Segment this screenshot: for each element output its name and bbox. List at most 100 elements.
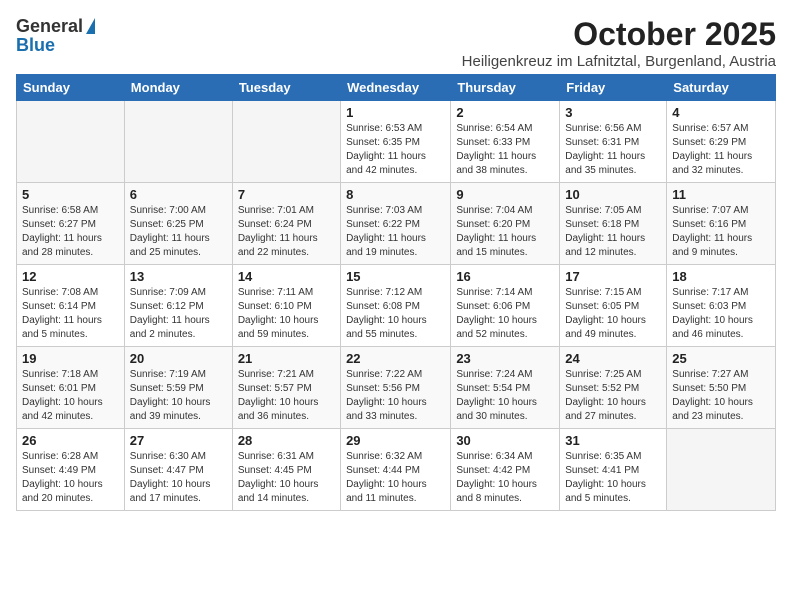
calendar-cell: 6 Sunrise: 7:00 AMSunset: 6:25 PMDaylight… [124,183,232,265]
calendar-cell: 13Sunrise: 7:09 AMSunset: 6:12 PMDayligh… [124,265,232,347]
calendar-cell: 24 Sunrise: 7:25 AMSunset: 5:52 PMDayligh… [560,347,667,429]
day-number: 6 [130,187,227,202]
day-info: Sunrise: 7:19 AMSunset: 5:59 PMDaylight:… [130,368,227,424]
calendar-cell: 12Sunrise: 7:08 AMSunset: 6:14 PMDayligh… [17,265,125,347]
day-info: Sunrise: 7:11 AMSunset: 6:10 PMDaylight:… [238,286,335,342]
column-header-sunday: Sunday [17,75,125,101]
calendar-cell: 27 Sunrise: 6:30 AMSunset: 4:47 PMDayligh… [124,429,232,511]
day-number: 9 [456,187,554,202]
day-info: Sunrise: 6:31 AMSunset: 4:45 PMDaylight:… [238,450,335,506]
calendar-cell: 25 Sunrise: 7:27 AMSunset: 5:50 PMDayligh… [667,347,776,429]
calendar-cell: 28 Sunrise: 6:31 AMSunset: 4:45 PMDayligh… [232,429,340,511]
day-info: Sunrise: 7:21 AMSunset: 5:57 PMDaylight:… [238,368,335,424]
day-info: Sunrise: 6:58 AMSunset: 6:27 PMDaylight:… [22,204,119,260]
calendar-cell: 3Sunrise: 6:56 AMSunset: 6:31 PMDaylight… [560,101,667,183]
calendar-cell: 20 Sunrise: 7:19 AMSunset: 5:59 PMDayligh… [124,347,232,429]
calendar-cell: 23 Sunrise: 7:24 AMSunset: 5:54 PMDayligh… [451,347,560,429]
day-info: Sunrise: 6:54 AMSunset: 6:33 PMDaylight:… [456,122,554,178]
day-info: Sunrise: 6:34 AMSunset: 4:42 PMDaylight:… [456,450,554,506]
calendar-week-row: 19 Sunrise: 7:18 AMSunset: 6:01 PMDayligh… [17,347,776,429]
calendar-cell: 4Sunrise: 6:57 AMSunset: 6:29 PMDaylight… [667,101,776,183]
calendar-cell: 29Sunrise: 6:32 AMSunset: 4:44 PMDayligh… [341,429,451,511]
calendar-cell [17,101,125,183]
day-number: 16 [456,269,554,284]
day-number: 7 [238,187,335,202]
day-info: Sunrise: 7:24 AMSunset: 5:54 PMDaylight:… [456,368,554,424]
day-number: 19 [22,351,119,366]
day-number: 28 [238,433,335,448]
day-number: 29 [346,433,445,448]
day-info: Sunrise: 7:25 AMSunset: 5:52 PMDaylight:… [565,368,661,424]
day-info: Sunrise: 6:53 AMSunset: 6:35 PMDaylight:… [346,122,445,178]
day-info: Sunrise: 7:27 AMSunset: 5:50 PMDaylight:… [672,368,770,424]
calendar-cell: 16 Sunrise: 7:14 AMSunset: 6:06 PMDayligh… [451,265,560,347]
day-number: 5 [22,187,119,202]
day-number: 30 [456,433,554,448]
day-info: Sunrise: 7:22 AMSunset: 5:56 PMDaylight:… [346,368,445,424]
day-number: 1 [346,105,445,120]
day-info: Sunrise: 7:00 AMSunset: 6:25 PMDaylight:… [130,204,227,260]
calendar-cell: 14 Sunrise: 7:11 AMSunset: 6:10 PMDayligh… [232,265,340,347]
day-number: 23 [456,351,554,366]
page-header: General Blue October 2025 Heiligenkreuz … [16,16,776,70]
day-info: Sunrise: 7:17 AMSunset: 6:03 PMDaylight:… [672,286,770,342]
calendar-cell: 8Sunrise: 7:03 AMSunset: 6:22 PMDaylight… [341,183,451,265]
day-info: Sunrise: 7:18 AMSunset: 6:01 PMDaylight:… [22,368,119,424]
day-info: Sunrise: 7:12 AMSunset: 6:08 PMDaylight:… [346,286,445,342]
calendar-cell: 21 Sunrise: 7:21 AMSunset: 5:57 PMDayligh… [232,347,340,429]
day-number: 8 [346,187,445,202]
calendar-cell [232,101,340,183]
day-number: 14 [238,269,335,284]
column-header-thursday: Thursday [451,75,560,101]
calendar-cell: 19 Sunrise: 7:18 AMSunset: 6:01 PMDayligh… [17,347,125,429]
calendar-cell: 1 Sunrise: 6:53 AMSunset: 6:35 PMDaylight… [341,101,451,183]
day-number: 21 [238,351,335,366]
column-header-tuesday: Tuesday [232,75,340,101]
day-number: 20 [130,351,227,366]
day-info: Sunrise: 7:04 AMSunset: 6:20 PMDaylight:… [456,204,554,260]
calendar-cell [124,101,232,183]
day-info: Sunrise: 6:35 AMSunset: 4:41 PMDaylight:… [565,450,661,506]
column-header-saturday: Saturday [667,75,776,101]
page-subtitle: Heiligenkreuz im Lafnitztal, Burgenland,… [462,53,776,70]
day-info: Sunrise: 6:30 AMSunset: 4:47 PMDaylight:… [130,450,227,506]
day-number: 13 [130,269,227,284]
day-info: Sunrise: 7:05 AMSunset: 6:18 PMDaylight:… [565,204,661,260]
column-header-wednesday: Wednesday [341,75,451,101]
calendar-cell: 26 Sunrise: 6:28 AMSunset: 4:49 PMDayligh… [17,429,125,511]
logo: General Blue [16,16,96,56]
day-info: Sunrise: 6:28 AMSunset: 4:49 PMDaylight:… [22,450,119,506]
calendar-cell: 17Sunrise: 7:15 AMSunset: 6:05 PMDayligh… [560,265,667,347]
day-info: Sunrise: 7:08 AMSunset: 6:14 PMDaylight:… [22,286,119,342]
day-number: 24 [565,351,661,366]
day-info: Sunrise: 7:14 AMSunset: 6:06 PMDaylight:… [456,286,554,342]
day-number: 4 [672,105,770,120]
title-area: October 2025 Heiligenkreuz im Lafnitztal… [462,16,776,70]
calendar-cell: 2Sunrise: 6:54 AMSunset: 6:33 PMDaylight… [451,101,560,183]
logo-blue: Blue [16,35,55,56]
column-header-friday: Friday [560,75,667,101]
calendar-header-row: SundayMondayTuesdayWednesdayThursdayFrid… [17,75,776,101]
calendar-cell [667,429,776,511]
day-number: 25 [672,351,770,366]
day-number: 31 [565,433,661,448]
calendar-cell: 22 Sunrise: 7:22 AMSunset: 5:56 PMDayligh… [341,347,451,429]
calendar-week-row: 1 Sunrise: 6:53 AMSunset: 6:35 PMDaylight… [17,101,776,183]
calendar-week-row: 5 Sunrise: 6:58 AMSunset: 6:27 PMDaylight… [17,183,776,265]
day-number: 15 [346,269,445,284]
day-number: 22 [346,351,445,366]
logo-general: General [16,16,83,37]
day-number: 11 [672,187,770,202]
day-number: 10 [565,187,661,202]
day-number: 26 [22,433,119,448]
day-number: 27 [130,433,227,448]
calendar-cell: 15 Sunrise: 7:12 AMSunset: 6:08 PMDayligh… [341,265,451,347]
calendar-week-row: 26 Sunrise: 6:28 AMSunset: 4:49 PMDayligh… [17,429,776,511]
calendar-cell: 18Sunrise: 7:17 AMSunset: 6:03 PMDayligh… [667,265,776,347]
page-title: October 2025 [462,16,776,53]
logo-icon [86,18,95,34]
calendar-week-row: 12Sunrise: 7:08 AMSunset: 6:14 PMDayligh… [17,265,776,347]
day-info: Sunrise: 7:15 AMSunset: 6:05 PMDaylight:… [565,286,661,342]
day-number: 3 [565,105,661,120]
calendar-cell: 30 Sunrise: 6:34 AMSunset: 4:42 PMDayligh… [451,429,560,511]
